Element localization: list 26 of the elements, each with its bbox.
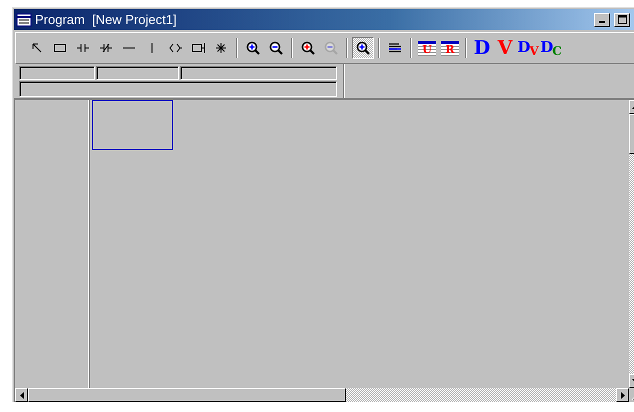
- input-field[interactable]: [180, 66, 337, 80]
- scroll-thumb[interactable]: [28, 388, 346, 402]
- left-arrow-icon: [20, 392, 24, 398]
- window-title: Program [New Project1]: [35, 12, 178, 27]
- right-arrow-icon: [620, 392, 624, 398]
- zoom-out-icon: [323, 40, 339, 56]
- maximize-button[interactable]: [614, 12, 630, 26]
- zoom-in-button[interactable]: [352, 37, 374, 59]
- maximize-icon: [618, 15, 626, 24]
- zoom-in-icon: [355, 40, 371, 56]
- asterisk-icon: [213, 40, 229, 56]
- input-field[interactable]: [19, 81, 337, 97]
- zoom-in-icon: [300, 40, 316, 56]
- app-icon: [16, 12, 32, 28]
- scroll-right-button[interactable]: [616, 388, 629, 402]
- input-field[interactable]: [19, 66, 95, 80]
- minimize-button[interactable]: [594, 12, 610, 26]
- letter-button[interactable]: D: [471, 37, 493, 59]
- vertical-line-icon: [151, 43, 153, 53]
- input-field[interactable]: [96, 66, 179, 80]
- zoom-in-icon: [245, 40, 261, 56]
- horizontal-line-icon: [123, 47, 135, 49]
- horizontal-scrollbar[interactable]: [15, 388, 629, 402]
- box-icon: [190, 40, 206, 56]
- zoom-out-icon: [268, 40, 284, 56]
- scroll-left-button[interactable]: [15, 388, 28, 402]
